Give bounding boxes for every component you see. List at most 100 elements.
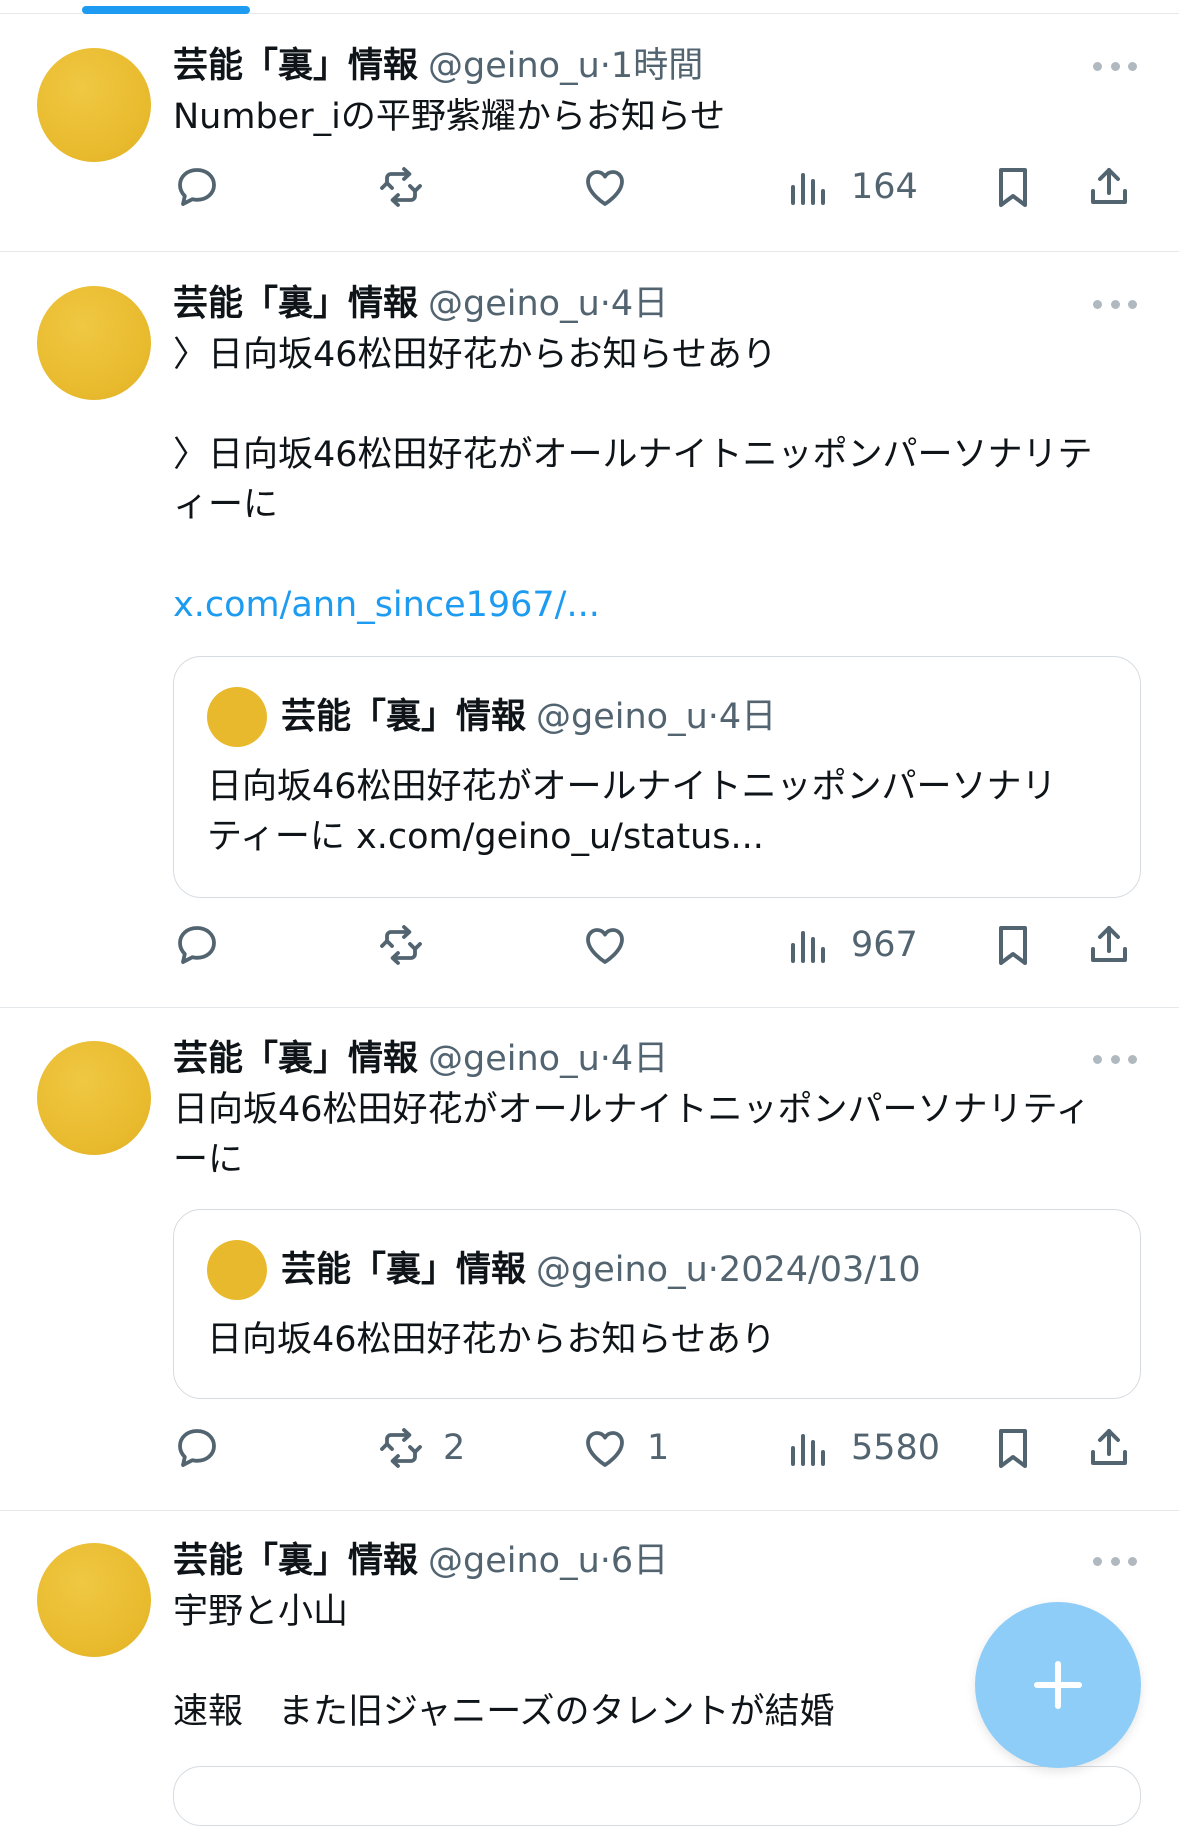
quote-author-name: 芸能「裏」情報 (281, 1250, 527, 1290)
tweet-time[interactable]: 1時間 (611, 46, 703, 86)
like-button[interactable]: 1 (581, 1418, 669, 1478)
tweet-text: 〉日向坂46松田好花からお知らせあり 〉日向坂46松田好花がオールナイトニッポン… (173, 330, 1148, 630)
bookmark-icon (999, 168, 1027, 207)
quoted-tweet[interactable]: 芸能「裏」情報 @geino_u·4日 日向坂46松田好花がオールナイトニッポンパ… (173, 656, 1141, 898)
reply-button[interactable] (173, 1418, 239, 1478)
avatar[interactable] (37, 48, 151, 162)
author-name[interactable]: 芸能「裏」情報 (173, 1541, 418, 1581)
retweet-button[interactable] (377, 157, 443, 217)
bookmark-button[interactable] (989, 157, 1037, 217)
tweet-time[interactable]: 4日 (611, 1039, 668, 1079)
quote-text: 日向坂46松田好花からお知らせあり (207, 1315, 1107, 1365)
tweet-link[interactable]: x.com/ann_since1967/... (173, 580, 1148, 630)
tweet[interactable]: 芸能「裏」情報 @geino_u·4日 日向坂46松田好花がオールナイトニッポンパ… (0, 1008, 1179, 1511)
heart-icon (586, 1431, 624, 1467)
like-count: 1 (647, 1428, 670, 1468)
avatar[interactable] (37, 286, 151, 400)
author-name[interactable]: 芸能「裏」情報 (173, 284, 418, 324)
tweet-time[interactable]: 6日 (611, 1541, 668, 1581)
retweet-button[interactable]: 2 (377, 1418, 465, 1478)
separator-dot: · (599, 1541, 611, 1581)
bookmark-button[interactable] (989, 915, 1037, 975)
separator-dot: · (707, 697, 719, 737)
quote-text-line: 日向坂46松田好花がオールナイトニッポンパーソナリ (207, 767, 1057, 807)
reply-icon (178, 926, 216, 964)
retweet-icon (380, 167, 422, 207)
tweet-header: 芸能「裏」情報 @geino_u·4日 (173, 1037, 668, 1081)
retweet-count: 2 (443, 1428, 466, 1468)
views-button[interactable]: 967 (785, 915, 918, 975)
tweet-text-line: 〉日向坂46松田好花がオールナイトニッポンパーソナリテ (173, 435, 1093, 475)
author-name[interactable]: 芸能「裏」情報 (173, 1039, 418, 1079)
compose-button[interactable] (975, 1602, 1141, 1768)
quote-time: 4日 (718, 697, 777, 737)
author-handle[interactable]: @geino_u (428, 284, 600, 324)
quoted-tweet[interactable] (173, 1766, 1141, 1826)
tweet[interactable]: 芸能「裏」情報 @geino_u·4日 〉日向坂46松田好花からお知らせあり 〉日… (0, 252, 1179, 1008)
top-tab-bar (0, 0, 1179, 14)
quote-header: 芸能「裏」情報 @geino_u·4日 (281, 695, 776, 739)
share-button[interactable] (1085, 1418, 1133, 1478)
quote-text-line: 日向坂46松田好花からお知らせあり (207, 1320, 776, 1360)
quote-text-line: ティーに x.com/geino_u/status... (207, 817, 764, 857)
reply-button[interactable] (173, 157, 239, 217)
tweet-actions: 967 (173, 915, 1148, 975)
tweet-text-line: 〉日向坂46松田好花からお知らせあり (173, 335, 777, 375)
quote-header: 芸能「裏」情報 @geino_u·2024/03/10 (281, 1248, 921, 1292)
more-icon[interactable] (1093, 1049, 1137, 1069)
quote-author-handle: @geino_u (536, 697, 708, 737)
author-handle[interactable]: @geino_u (428, 1541, 600, 1581)
retweet-button[interactable] (377, 915, 443, 975)
separator-dot: · (599, 1039, 611, 1079)
views-button[interactable]: 5580 (785, 1418, 940, 1478)
author-handle[interactable]: @geino_u (428, 46, 600, 86)
views-count: 164 (851, 167, 918, 207)
tweet-time[interactable]: 4日 (611, 284, 668, 324)
quote-avatar (207, 1240, 267, 1300)
author-name[interactable]: 芸能「裏」情報 (173, 46, 418, 86)
separator-dot: · (599, 284, 611, 324)
tweet-text: 日向坂46松田好花がオールナイトニッポンパーソナリティ ーに (173, 1085, 1148, 1185)
share-button[interactable] (1085, 915, 1133, 975)
quote-avatar (207, 687, 267, 747)
heart-icon (586, 170, 624, 206)
reply-icon (178, 168, 216, 206)
avatar[interactable] (37, 1041, 151, 1155)
quote-author-handle: @geino_u (536, 1250, 708, 1290)
reply-button[interactable] (173, 915, 239, 975)
reply-icon (178, 1429, 216, 1467)
bookmark-icon (999, 1429, 1027, 1468)
tweet-text-line: ーに (173, 1140, 244, 1180)
retweet-icon (380, 925, 422, 965)
author-handle[interactable]: @geino_u (428, 1039, 600, 1079)
quote-text: 日向坂46松田好花がオールナイトニッポンパーソナリ ティーに x.com/gei… (207, 762, 1107, 862)
tweet[interactable]: 芸能「裏」情報 @geino_u·1時間 Number_iの平野紫耀からお知らせ … (0, 14, 1179, 252)
avatar[interactable] (37, 1543, 151, 1657)
share-button[interactable] (1085, 157, 1133, 217)
like-button[interactable] (581, 915, 647, 975)
views-button[interactable]: 164 (785, 157, 918, 217)
tweet-actions: 2 1 5580 (173, 1418, 1148, 1478)
bookmark-icon (999, 926, 1027, 965)
views-count: 967 (851, 925, 918, 965)
like-button[interactable] (581, 157, 647, 217)
more-icon[interactable] (1093, 294, 1137, 314)
share-icon (1091, 168, 1127, 204)
heart-icon (586, 928, 624, 964)
views-icon (791, 931, 825, 963)
bookmark-button[interactable] (989, 1418, 1037, 1478)
quote-author-name: 芸能「裏」情報 (281, 697, 527, 737)
plus-icon (1033, 1660, 1083, 1710)
separator-dot: · (599, 46, 611, 86)
views-count: 5580 (851, 1428, 941, 1468)
tweet-text-line: ィーに (173, 485, 279, 525)
tweet-header: 芸能「裏」情報 @geino_u·4日 (173, 282, 668, 326)
more-icon[interactable] (1093, 56, 1137, 76)
tweet-text: Number_iの平野紫耀からお知らせ (173, 97, 726, 137)
tweet-text-line: 日向坂46松田好花がオールナイトニッポンパーソナリティ (173, 1090, 1091, 1130)
quote-time: 2024/03/10 (718, 1250, 921, 1290)
quoted-tweet[interactable]: 芸能「裏」情報 @geino_u·2024/03/10 日向坂46松田好花からお知… (173, 1209, 1141, 1399)
retweet-icon (380, 1428, 422, 1468)
share-icon (1091, 1429, 1127, 1465)
more-icon[interactable] (1093, 1551, 1137, 1571)
